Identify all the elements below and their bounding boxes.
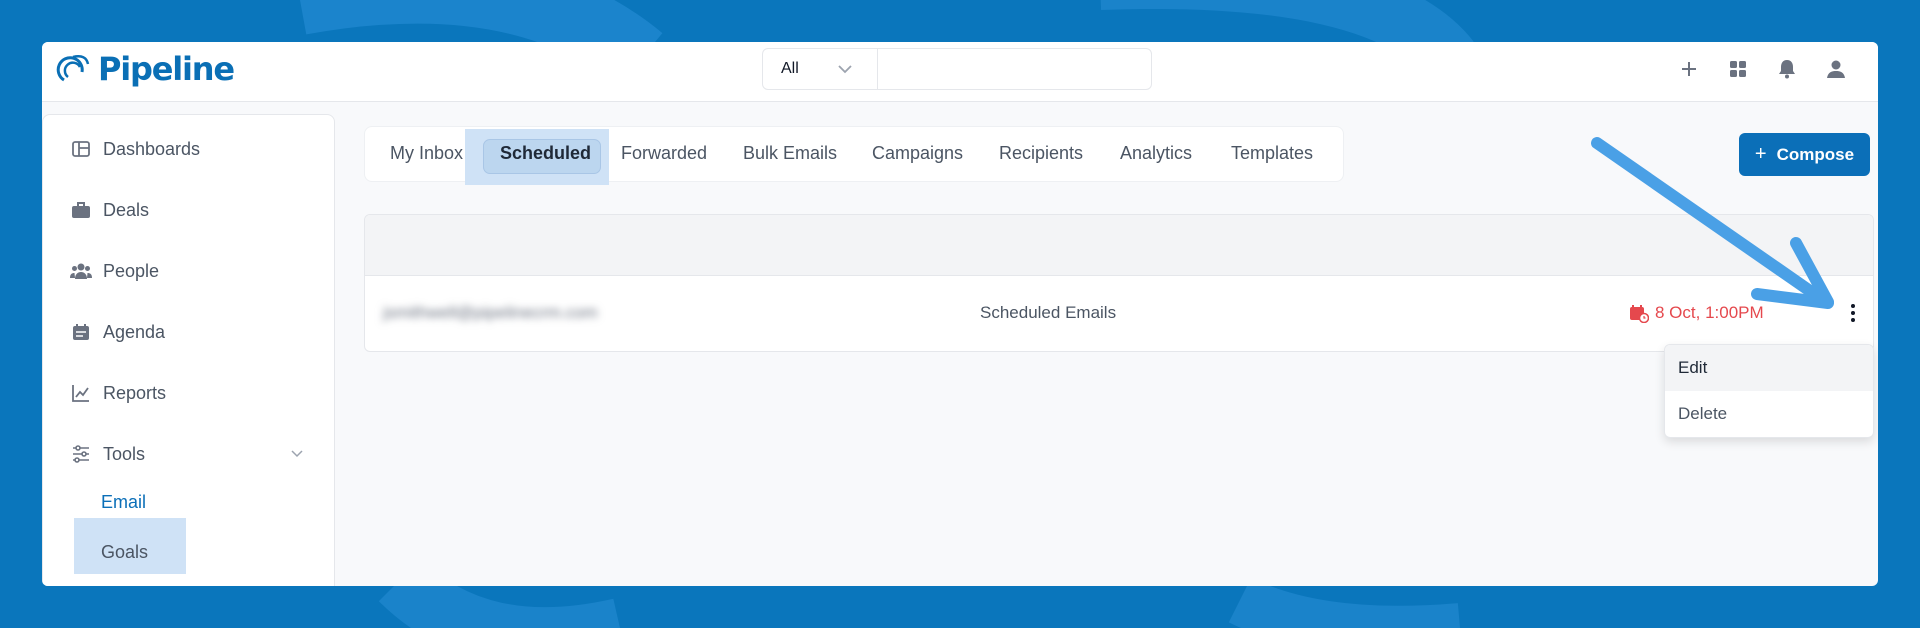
sidebar-item-deals[interactable]: Deals xyxy=(69,198,149,222)
tab-bulk-emails[interactable]: Bulk Emails xyxy=(743,143,837,164)
pipeline-logo-icon xyxy=(56,55,90,82)
sidebar-item-label: Reports xyxy=(103,382,167,403)
briefcase-icon xyxy=(69,198,93,222)
top-bar: Pipeline All xyxy=(42,42,1878,102)
tab-campaigns[interactable]: Campaigns xyxy=(872,143,963,164)
sidebar-subitem-goals[interactable]: Goals xyxy=(101,542,148,563)
plus-icon[interactable] xyxy=(1676,56,1701,81)
search-bar: All xyxy=(762,48,1152,90)
sidebar-item-people[interactable]: People xyxy=(69,259,159,283)
people-icon xyxy=(69,259,93,283)
top-actions xyxy=(1676,56,1848,81)
search-scope-select[interactable]: All xyxy=(763,49,878,89)
sidebar-item-agenda[interactable]: Agenda xyxy=(69,320,165,344)
tab-analytics[interactable]: Analytics xyxy=(1120,143,1192,164)
table-header xyxy=(365,215,1873,276)
calendar-icon xyxy=(69,320,93,344)
chevron-down-icon xyxy=(291,450,303,458)
tab-recipients[interactable]: Recipients xyxy=(999,143,1083,164)
sidebar: Dashboards Deals People Agenda Reports T… xyxy=(42,114,335,586)
compose-label: Compose xyxy=(1776,144,1855,164)
apps-grid-icon[interactable] xyxy=(1725,56,1750,81)
tab-my-inbox[interactable]: My Inbox xyxy=(390,143,463,164)
app-name: Pipeline xyxy=(98,50,235,88)
app-window: Pipeline All Dashboards Deals People Age… xyxy=(42,42,1878,586)
bell-icon[interactable] xyxy=(1774,56,1799,81)
menu-item-edit[interactable]: Edit xyxy=(1665,345,1873,391)
sidebar-item-label: People xyxy=(103,260,160,281)
scheduled-emails-table: jsmithwell@pipelinecrm.com Scheduled Ema… xyxy=(364,214,1874,352)
sidebar-item-dashboards[interactable]: Dashboards xyxy=(69,137,200,161)
sidebar-subitem-email[interactable]: Email xyxy=(101,492,146,513)
sidebar-item-reports[interactable]: Reports xyxy=(69,381,166,405)
table-row[interactable]: jsmithwell@pipelinecrm.com Scheduled Ema… xyxy=(365,276,1873,351)
logo[interactable]: Pipeline xyxy=(56,50,235,88)
sidebar-item-label: Deals xyxy=(103,199,150,220)
tab-scheduled[interactable]: Scheduled xyxy=(500,143,591,164)
sidebar-item-label: Tools xyxy=(103,443,146,464)
compose-button[interactable]: + Compose xyxy=(1739,133,1870,176)
sidebar-item-label: Dashboards xyxy=(103,138,201,159)
sidebar-item-tools[interactable]: Tools xyxy=(69,442,309,466)
search-scope-value: All xyxy=(781,60,799,77)
sidebar-item-label: Agenda xyxy=(103,321,166,342)
chart-line-icon xyxy=(69,381,93,405)
more-options-icon[interactable] xyxy=(1843,298,1863,328)
sliders-icon xyxy=(69,442,93,466)
menu-item-delete[interactable]: Delete xyxy=(1665,391,1873,437)
email-type: Scheduled Emails xyxy=(980,303,1117,322)
scheduled-date-text: 8 Oct, 1:00PM xyxy=(1655,303,1764,322)
tab-templates[interactable]: Templates xyxy=(1231,143,1313,164)
calendar-clock-icon xyxy=(1630,305,1649,323)
scheduled-date: 8 Oct, 1:00PM xyxy=(1629,303,1764,323)
dashboard-icon xyxy=(69,137,93,161)
user-icon[interactable] xyxy=(1823,56,1848,81)
recipient-email: jsmithwell@pipelinecrm.com xyxy=(383,303,598,322)
search-input[interactable] xyxy=(878,49,1151,89)
tab-forwarded[interactable]: Forwarded xyxy=(621,143,707,164)
row-actions-menu: Edit Delete xyxy=(1664,344,1874,438)
plus-icon: + xyxy=(1754,143,1767,165)
chevron-down-icon xyxy=(838,65,852,74)
